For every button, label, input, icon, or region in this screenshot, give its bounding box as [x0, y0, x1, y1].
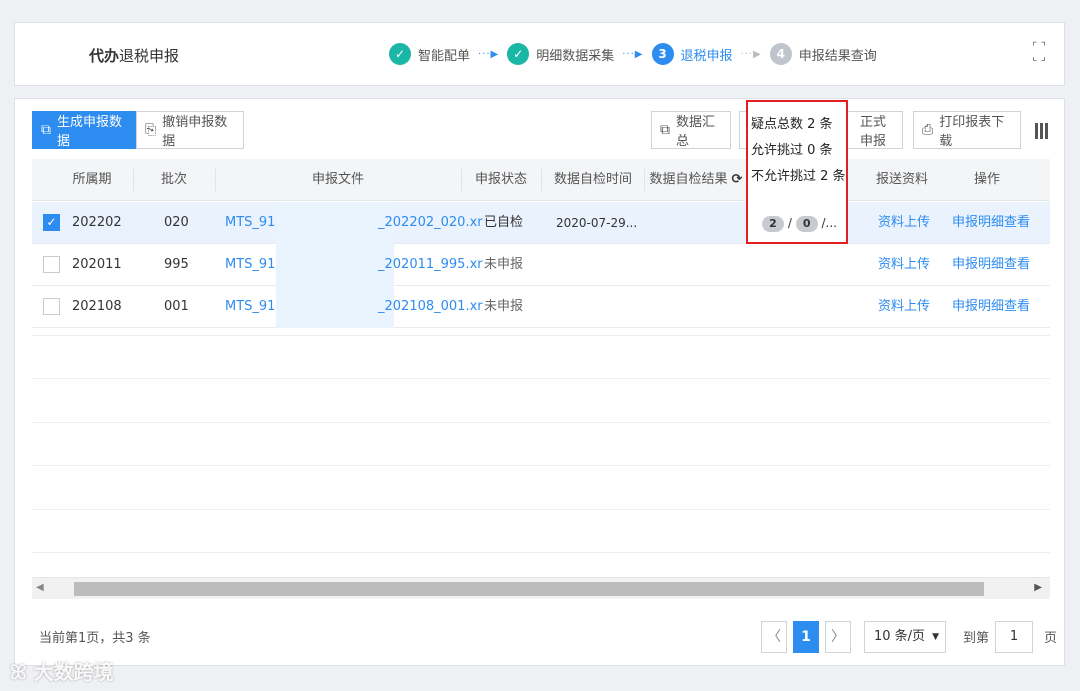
detail-link[interactable]: 申报明细查看	[952, 244, 1030, 286]
fullscreen-icon[interactable]: ⌜ ⌝ ⌞ ⌟	[1030, 41, 1048, 66]
redacted-block	[276, 202, 394, 244]
detail-link[interactable]: 申报明细查看	[952, 286, 1030, 328]
scroll-left-icon[interactable]: ◀	[36, 582, 44, 593]
page-size-select[interactable]: 10 条/页 ▼	[864, 621, 946, 653]
page-1-button[interactable]: 1	[793, 621, 819, 653]
data-summary-button[interactable]: ⧉ 数据汇总	[651, 111, 731, 149]
step-smart-order[interactable]: ✓ 智能配单	[389, 43, 470, 65]
redacted-block	[276, 286, 394, 328]
table-header: 所属期 批次 申报文件 申报状态 数据自检时间 数据自检结果 ⟳ 报送资料 操作	[32, 159, 1050, 201]
step-detail-collect[interactable]: ✓ 明细数据采集	[507, 43, 614, 65]
step-number: 4	[769, 43, 792, 65]
main-panel: ⧉ 生成申报数据 ⎘ 撤销申报数据 ⧉ 数据汇总 正式申报 ⎙ 打印报表下载 所属期 批…	[14, 98, 1065, 666]
next-page-button[interactable]: 〉	[825, 621, 851, 653]
step-arrow-icon: ···▶	[622, 48, 644, 60]
page-title: 代办退税申报	[89, 47, 180, 65]
printer-icon: ⎙	[922, 122, 934, 138]
table-row[interactable]: 202011 995 MTS_914 _202011_995.xr 未申报 资料…	[32, 244, 1050, 286]
upload-link[interactable]: 资料上传	[878, 244, 930, 286]
tooltip-total: 疑点总数 2 条	[751, 117, 833, 132]
step-tax-refund[interactable]: 3 退税申报	[651, 43, 733, 65]
tooltip-not-allowed: 不允许挑过 2 条	[751, 169, 846, 184]
step-arrow-icon: ···▶	[478, 48, 500, 60]
step-result-query[interactable]: 4 申报结果查询	[769, 43, 877, 65]
status-text: 已自检	[484, 215, 524, 230]
pager-info: 当前第1页，共3 条	[39, 631, 151, 646]
watermark-logo: ꕤ 大数跨境	[10, 660, 114, 684]
upload-link[interactable]: 资料上传	[878, 286, 930, 328]
file-link[interactable]: _202108_001.xr	[378, 286, 483, 328]
table-row[interactable]: 202108 001 MTS_914 _202108_001.xr 未申报 资料…	[32, 286, 1050, 328]
row-checkbox[interactable]: ✓	[43, 214, 60, 231]
file-link[interactable]: MTS_914	[225, 286, 284, 328]
row-checkbox[interactable]	[43, 298, 60, 315]
table-row[interactable]: ✓ 202202 020 MTS_914 _202202_020.xr 已自检 …	[32, 202, 1050, 244]
status-text: 未申报	[484, 257, 524, 272]
th-period: 所属期	[72, 172, 112, 187]
refresh-icon[interactable]: ⟳	[732, 172, 743, 187]
header-panel: 代办退税申报 ✓ 智能配单 ···▶ ✓ 明细数据采集 ···▶ 3 退税申报 …	[14, 22, 1065, 86]
detail-link[interactable]: 申报明细查看	[952, 202, 1030, 244]
scroll-right-icon[interactable]: ▶	[1034, 582, 1042, 593]
goto-page-input[interactable]: 1	[995, 621, 1033, 653]
file-link[interactable]: MTS_914	[225, 244, 284, 286]
generate-data-button[interactable]: ⧉ 生成申报数据	[32, 111, 136, 149]
th-send: 报送资料	[875, 172, 928, 187]
status-text: 未申报	[484, 299, 524, 314]
check-result-tooltip: 疑点总数 2 条 允许挑过 0 条 不允许挑过 2 条 2 / 0 /...	[746, 100, 848, 244]
file-link[interactable]: _202011_995.xr	[378, 244, 483, 286]
row-checkbox[interactable]	[43, 256, 60, 273]
chart-icon: ⧉	[41, 122, 51, 138]
step-check-icon: ✓	[507, 43, 530, 65]
step-check-icon: ✓	[389, 43, 411, 65]
column-settings-icon[interactable]	[1035, 123, 1049, 139]
th-check-result[interactable]: 数据自检结果 ⟳	[648, 159, 744, 201]
progress-steps: ✓ 智能配单 ···▶ ✓ 明细数据采集 ···▶ 3 退税申报 ···▶ 4 …	[389, 39, 877, 69]
check-result-pills[interactable]: 2 / 0 /...	[762, 216, 837, 232]
revoke-data-button[interactable]: ⎘ 撤销申报数据	[136, 111, 244, 149]
prev-page-button[interactable]: 〈	[761, 621, 787, 653]
th-ops: 操作	[973, 172, 1000, 187]
th-status: 申报状态	[474, 172, 527, 187]
file-link[interactable]: _202202_020.xr	[378, 202, 483, 244]
redacted-block	[276, 244, 394, 286]
th-check-time: 数据自检时间	[553, 172, 632, 187]
file-link[interactable]: MTS_914	[225, 202, 284, 244]
th-batch: 批次	[160, 172, 187, 187]
th-file: 申报文件	[311, 172, 364, 187]
caret-down-icon: ▼	[932, 632, 939, 642]
horizontal-scrollbar[interactable]: ◀ ▶	[32, 577, 1050, 599]
document-icon: ⎘	[145, 122, 157, 138]
upload-link[interactable]: 资料上传	[878, 202, 930, 244]
tooltip-allowed: 允许挑过 0 条	[751, 143, 833, 158]
scroll-thumb[interactable]	[74, 582, 984, 596]
step-arrow-icon: ···▶	[740, 48, 762, 60]
step-number: 3	[651, 43, 674, 65]
chart-icon: ⧉	[660, 122, 670, 138]
watermark-icon: ꕤ	[10, 660, 27, 684]
print-report-button[interactable]: ⎙ 打印报表下载	[913, 111, 1021, 149]
